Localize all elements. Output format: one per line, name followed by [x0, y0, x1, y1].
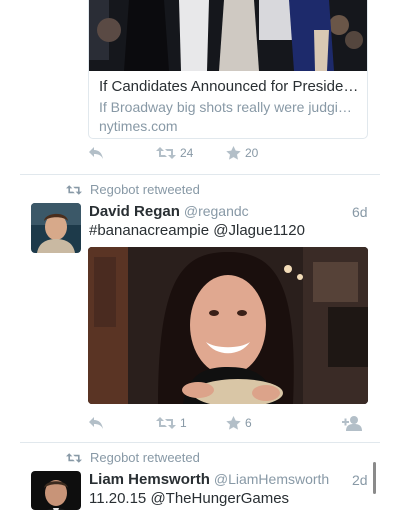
scrollbar[interactable]: [373, 462, 376, 494]
tweet-divider: [20, 174, 380, 175]
favorite-button[interactable]: 6: [226, 416, 252, 430]
retweet-context[interactable]: Regobot retweeted: [66, 450, 200, 465]
display-name[interactable]: David Regan: [89, 203, 180, 220]
retweet-button[interactable]: 24: [156, 146, 193, 160]
retweeted-by-label: Regobot retweeted: [90, 450, 200, 465]
tweet-timestamp[interactable]: 6d: [352, 204, 368, 220]
link-card[interactable]: If Candidates Announced for Preside… If …: [88, 0, 368, 139]
avatar[interactable]: [31, 471, 81, 510]
follow-button[interactable]: [342, 415, 362, 431]
favorite-count: 20: [245, 146, 259, 160]
reply-icon: [89, 417, 103, 429]
tweet-text: 11.20.15 @TheHungerGames: [89, 490, 290, 507]
avatar[interactable]: [31, 203, 81, 253]
retweet-icon: [156, 147, 176, 159]
tweet-text: #bananacreampie @Jlague1120: [89, 222, 305, 239]
card-title[interactable]: If Candidates Announced for Preside…: [99, 78, 358, 95]
reply-icon: [89, 147, 103, 159]
card-domain: nytimes.com: [99, 118, 178, 134]
retweet-button[interactable]: 1: [156, 416, 187, 430]
retweet-count: 1: [180, 416, 187, 430]
reply-button[interactable]: [88, 416, 104, 430]
reply-button[interactable]: [88, 146, 104, 160]
card-image: [89, 0, 367, 71]
author-handle[interactable]: @regandc: [184, 203, 249, 219]
retweet-icon: [66, 184, 82, 195]
card-description: If Broadway big shots really were judgi…: [99, 99, 352, 115]
retweet-icon: [156, 417, 176, 429]
star-icon: [226, 416, 241, 430]
tweet-divider: [20, 442, 380, 443]
tweet-timestamp[interactable]: 2d: [352, 472, 368, 488]
tweet-photo[interactable]: [88, 247, 368, 404]
retweeted-by-label: Regobot retweeted: [90, 182, 200, 197]
favorite-count: 6: [245, 416, 252, 430]
favorite-button[interactable]: 20: [226, 146, 258, 160]
retweet-context[interactable]: Regobot retweeted: [66, 182, 200, 197]
follow-icon: [342, 416, 362, 431]
retweet-icon: [66, 452, 82, 463]
author-name[interactable]: David Regan @regandc: [89, 203, 249, 220]
author-handle[interactable]: @LiamHemsworth: [214, 471, 329, 487]
display-name[interactable]: Liam Hemsworth: [89, 471, 210, 488]
author-name[interactable]: Liam Hemsworth @LiamHemsworth: [89, 471, 329, 488]
retweet-count: 24: [180, 146, 194, 160]
star-icon: [226, 146, 241, 160]
